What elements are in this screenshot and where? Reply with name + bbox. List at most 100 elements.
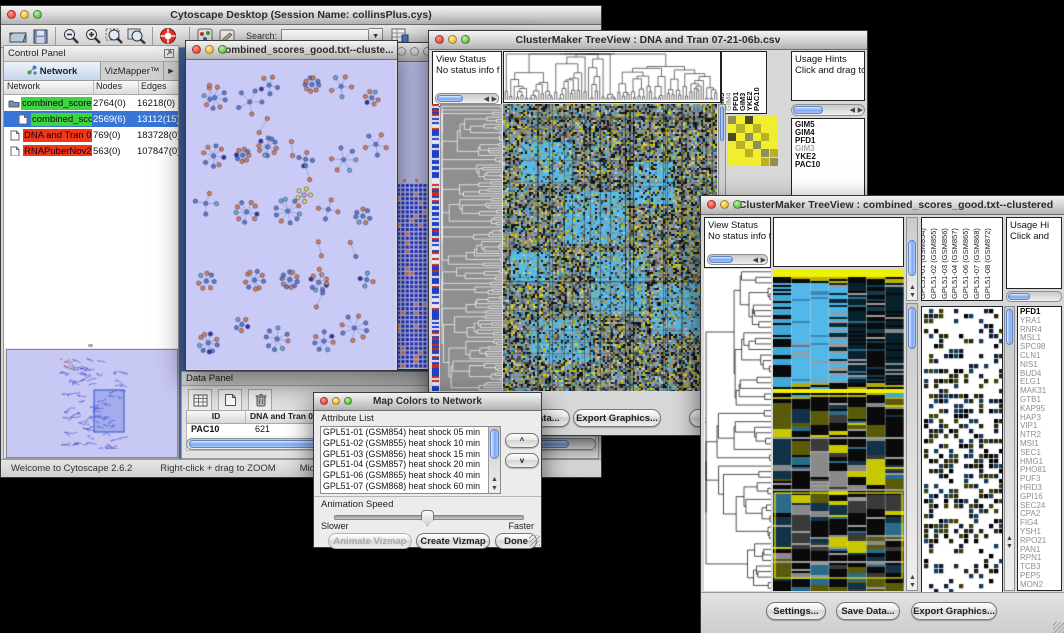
- desktop: Cytoscape Desktop (Session Name: collins…: [0, 0, 1064, 633]
- attribute-list-item[interactable]: GPL51-04 (GSM857) heat shock 20 min: [323, 459, 500, 470]
- tv2-heatmap-vscrollbar[interactable]: ▲▼: [906, 303, 918, 591]
- slower-label: Slower: [321, 521, 349, 531]
- network-name-cell[interactable]: combined_sco: [31, 113, 92, 126]
- tv2-header-vscrollbar[interactable]: ▲▼: [906, 217, 918, 301]
- zoom-in-icon[interactable]: [82, 26, 104, 46]
- network-nodes-cell: 2764(0): [92, 98, 135, 109]
- attribute-list-item[interactable]: GPL51-02 (GSM855) heat shock 10 min: [323, 438, 500, 449]
- attribute-list-scrollbar[interactable]: ▲▼: [488, 427, 500, 493]
- tv1-selection-strip[interactable]: [432, 104, 439, 391]
- network-nodes-cell: 563(0): [92, 146, 135, 157]
- open-session-icon[interactable]: [7, 26, 29, 46]
- resize-grip[interactable]: [1053, 622, 1064, 633]
- close-button[interactable]: [397, 47, 406, 56]
- zoom-fit-icon[interactable]: [104, 26, 126, 46]
- network-overview-panel[interactable]: [6, 349, 178, 458]
- resize-handle-dot[interactable]: [88, 344, 93, 347]
- network-tree-row[interactable]: combined_sco2569(6)13112(15): [4, 111, 178, 127]
- float-panel-icon[interactable]: [164, 45, 174, 63]
- zoom-button[interactable]: [218, 45, 227, 54]
- tv2-genelist-scrollbar[interactable]: ▲▼: [1004, 306, 1015, 591]
- matrix-cell: [770, 141, 778, 149]
- settings-button[interactable]: Settings...: [766, 602, 826, 620]
- zoom-button[interactable]: [461, 35, 470, 44]
- tv2-column-label: GPL51-08 (GSM872): [983, 228, 992, 299]
- tab-overflow-arrow[interactable]: ▶: [164, 62, 178, 80]
- help-lifesaver-icon[interactable]: [157, 26, 179, 46]
- zoom-out-icon[interactable]: [60, 26, 82, 46]
- tv1-row-dendrogram[interactable]: [440, 104, 502, 391]
- delete-attribute-icon[interactable]: [248, 389, 272, 411]
- new-attribute-icon[interactable]: [218, 389, 242, 411]
- tv2-usage-scrollbar[interactable]: [1006, 291, 1062, 302]
- matrix-cell: [736, 158, 744, 166]
- matrix-cell: [728, 141, 736, 149]
- matrix-cell: [753, 124, 761, 132]
- resize-grip[interactable]: [529, 535, 540, 546]
- gene-label[interactable]: MON2: [1020, 581, 1061, 590]
- matrix-cell: [753, 158, 761, 166]
- animation-speed-slider[interactable]: [334, 515, 524, 520]
- tv1-heatmap[interactable]: [503, 104, 717, 391]
- matrix-cell: [736, 133, 744, 141]
- matrix-cell: [770, 124, 778, 132]
- close-button[interactable]: [435, 35, 444, 44]
- col-header-nodes[interactable]: Nodes: [93, 81, 138, 94]
- tv2-column-dendrogram-area[interactable]: [773, 217, 904, 267]
- network-name-cell[interactable]: combined_scores: [21, 97, 92, 110]
- col-header-network[interactable]: Network: [4, 81, 93, 94]
- attribute-list-item[interactable]: GPL51-06 (GSM865) heat shock 40 min: [323, 470, 500, 481]
- main-window-title: Cytoscape Desktop (Session Name: collins…: [170, 9, 431, 21]
- attribute-select-icon[interactable]: [188, 389, 212, 411]
- minimize-button[interactable]: [205, 45, 214, 54]
- attribute-list-item[interactable]: GPL51-01 (GSM854) heat shock 05 min: [323, 427, 500, 438]
- network-tree-row[interactable]: DNA and Tran 07769(0)183728(0): [4, 127, 178, 143]
- minimize-button[interactable]: [20, 10, 29, 19]
- export-graphics-button[interactable]: Export Graphics...: [911, 602, 997, 620]
- tv1-usage-scrollbar[interactable]: ◀▶: [791, 104, 865, 116]
- save-session-icon[interactable]: [29, 26, 51, 46]
- status-welcome: Welcome to Cytoscape 2.6.2: [11, 463, 132, 474]
- close-button[interactable]: [7, 10, 16, 19]
- col-header-edges[interactable]: Edges: [138, 81, 178, 94]
- attribute-list-item[interactable]: GPL51-03 (GSM856) heat shock 15 min: [323, 449, 500, 460]
- zoom-button[interactable]: [344, 397, 352, 405]
- tv1-column-dendrogram[interactable]: [503, 51, 721, 103]
- matrix-cell: [761, 158, 769, 166]
- slider-thumb[interactable]: [421, 510, 434, 526]
- minimize-button[interactable]: [448, 35, 457, 44]
- network-canvas-1[interactable]: [186, 60, 395, 369]
- create-vizmap-button[interactable]: Create Vizmap: [416, 533, 490, 549]
- close-button[interactable]: [192, 45, 201, 54]
- close-button[interactable]: [320, 397, 328, 405]
- zoom-button[interactable]: [33, 10, 42, 19]
- export-graphics-button[interactable]: Export Graphics...: [573, 409, 661, 427]
- close-button[interactable]: [707, 200, 716, 209]
- tv2-heatmap[interactable]: [773, 269, 904, 591]
- minimize-button[interactable]: [332, 397, 340, 405]
- move-up-button[interactable]: ^: [505, 433, 539, 448]
- zoom-button[interactable]: [733, 200, 742, 209]
- tv2-row-dendrogram[interactable]: [704, 269, 771, 591]
- animate-vizmap-button[interactable]: Animate Vizmap: [328, 533, 412, 549]
- minimize-button[interactable]: [720, 200, 729, 209]
- tv2-status-scrollbar[interactable]: ◀▶: [707, 254, 768, 265]
- save-data-button[interactable]: Save Data...: [836, 602, 900, 620]
- network-file-icon: [10, 146, 23, 157]
- zoom-selected-icon[interactable]: [126, 26, 148, 46]
- minimize-button[interactable]: [410, 47, 419, 56]
- tab-network[interactable]: Network: [4, 62, 101, 80]
- network-name-cell[interactable]: DNA and Tran 07: [23, 129, 92, 142]
- tab-vizmapper[interactable]: VizMapper™: [101, 62, 164, 80]
- network-tree-row[interactable]: combined_scores2764(0)16218(0): [4, 95, 178, 111]
- move-down-button[interactable]: v: [505, 453, 539, 468]
- network-overview-canvas[interactable]: [7, 350, 175, 455]
- window-controls: [7, 10, 42, 19]
- tv2-view-status-panel: View Status No status info t ◀▶: [704, 217, 771, 268]
- tv1-global-matrix[interactable]: [728, 116, 778, 166]
- main-title-bar: Cytoscape Desktop (Session Name: collins…: [1, 6, 601, 25]
- tv2-secondary-heatmap[interactable]: [921, 306, 1003, 593]
- data-col-id[interactable]: ID: [187, 411, 245, 423]
- tv1-status-scrollbar[interactable]: ◀▶: [435, 93, 499, 104]
- attribute-list-item[interactable]: GPL51-07 (GSM868) heat shock 60 min: [323, 481, 500, 492]
